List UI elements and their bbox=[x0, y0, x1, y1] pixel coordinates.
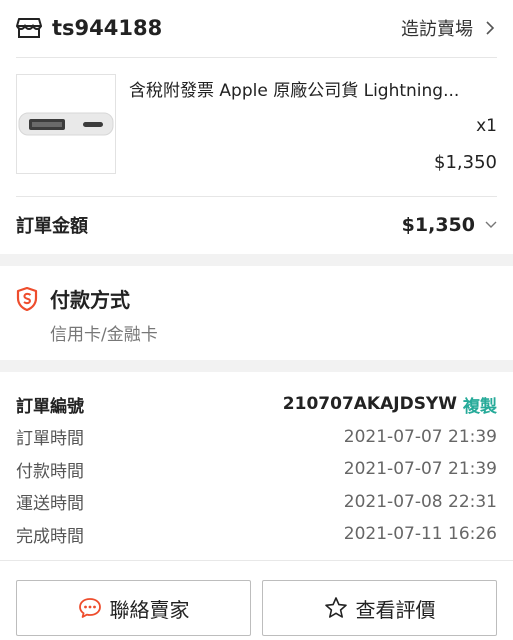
order-time-label: 訂單時間 bbox=[16, 429, 84, 450]
star-icon bbox=[324, 597, 347, 618]
divider bbox=[16, 196, 497, 197]
product-item[interactable]: 含稅附發票 Apple 原廠公司貨 Lightning... x1 $1,350 bbox=[16, 74, 497, 178]
section-gap bbox=[0, 360, 513, 372]
adapter-image bbox=[18, 112, 114, 136]
payment-time-row: 付款時間 2021-07-07 21:39 bbox=[16, 453, 497, 486]
order-number-label: 訂單編號 bbox=[16, 396, 84, 417]
chevron-right-icon bbox=[486, 21, 495, 35]
contact-seller-button[interactable]: 聯絡賣家 bbox=[16, 580, 251, 636]
product-price: $1,350 bbox=[434, 152, 497, 173]
completed-time-row: 完成時間 2021-07-11 16:26 bbox=[16, 518, 497, 551]
shipping-time-row: 運送時間 2021-07-08 22:31 bbox=[16, 486, 497, 519]
shield-icon bbox=[16, 286, 38, 311]
shop-icon bbox=[16, 18, 42, 38]
order-time-row: 訂單時間 2021-07-07 21:39 bbox=[16, 421, 497, 454]
bottom-action-bar: 聯絡賣家 查看評價 bbox=[0, 560, 513, 640]
order-total-row[interactable]: 訂單金額 $1,350 bbox=[16, 210, 497, 240]
payment-section-title: 付款方式 bbox=[16, 284, 130, 313]
visit-shop-label: 造訪賣場 bbox=[401, 19, 473, 40]
visit-shop-link[interactable]: 造訪賣場 bbox=[401, 15, 497, 41]
product-thumbnail bbox=[16, 74, 116, 174]
order-info: 訂單編號 210707AKAJDSYW 複製 訂單時間 2021-07-07 2… bbox=[16, 388, 497, 551]
payment-method: 信用卡/金融卡 bbox=[50, 325, 158, 345]
shop-name: ts944188 bbox=[52, 16, 163, 40]
order-time-value: 2021-07-07 21:39 bbox=[343, 426, 497, 447]
order-number: 210707AKAJDSYW bbox=[282, 394, 457, 415]
copy-button[interactable]: 複製 bbox=[463, 392, 497, 417]
shop-header: ts944188 造訪賣場 bbox=[0, 0, 513, 56]
payment-time-label: 付款時間 bbox=[16, 461, 84, 482]
section-gap bbox=[0, 254, 513, 266]
payment-title: 付款方式 bbox=[50, 288, 130, 312]
completed-time-label: 完成時間 bbox=[16, 526, 84, 547]
product-quantity: x1 bbox=[476, 116, 497, 136]
order-number-row: 訂單編號 210707AKAJDSYW 複製 bbox=[16, 388, 497, 421]
view-review-button[interactable]: 查看評價 bbox=[262, 580, 497, 636]
completed-time-value: 2021-07-11 16:26 bbox=[343, 524, 497, 545]
divider bbox=[16, 57, 497, 58]
chevron-down-icon bbox=[485, 221, 497, 228]
shipping-time-value: 2021-07-08 22:31 bbox=[343, 491, 497, 512]
order-total-value: $1,350 bbox=[401, 214, 475, 236]
contact-seller-label: 聯絡賣家 bbox=[109, 597, 190, 622]
view-review-label: 查看評價 bbox=[355, 597, 436, 622]
chat-icon bbox=[78, 598, 101, 618]
shipping-time-label: 運送時間 bbox=[16, 494, 84, 515]
product-title: 含稅附發票 Apple 原廠公司貨 Lightning... bbox=[129, 81, 460, 101]
payment-time-value: 2021-07-07 21:39 bbox=[343, 459, 497, 480]
order-total-label: 訂單金額 bbox=[16, 216, 88, 237]
